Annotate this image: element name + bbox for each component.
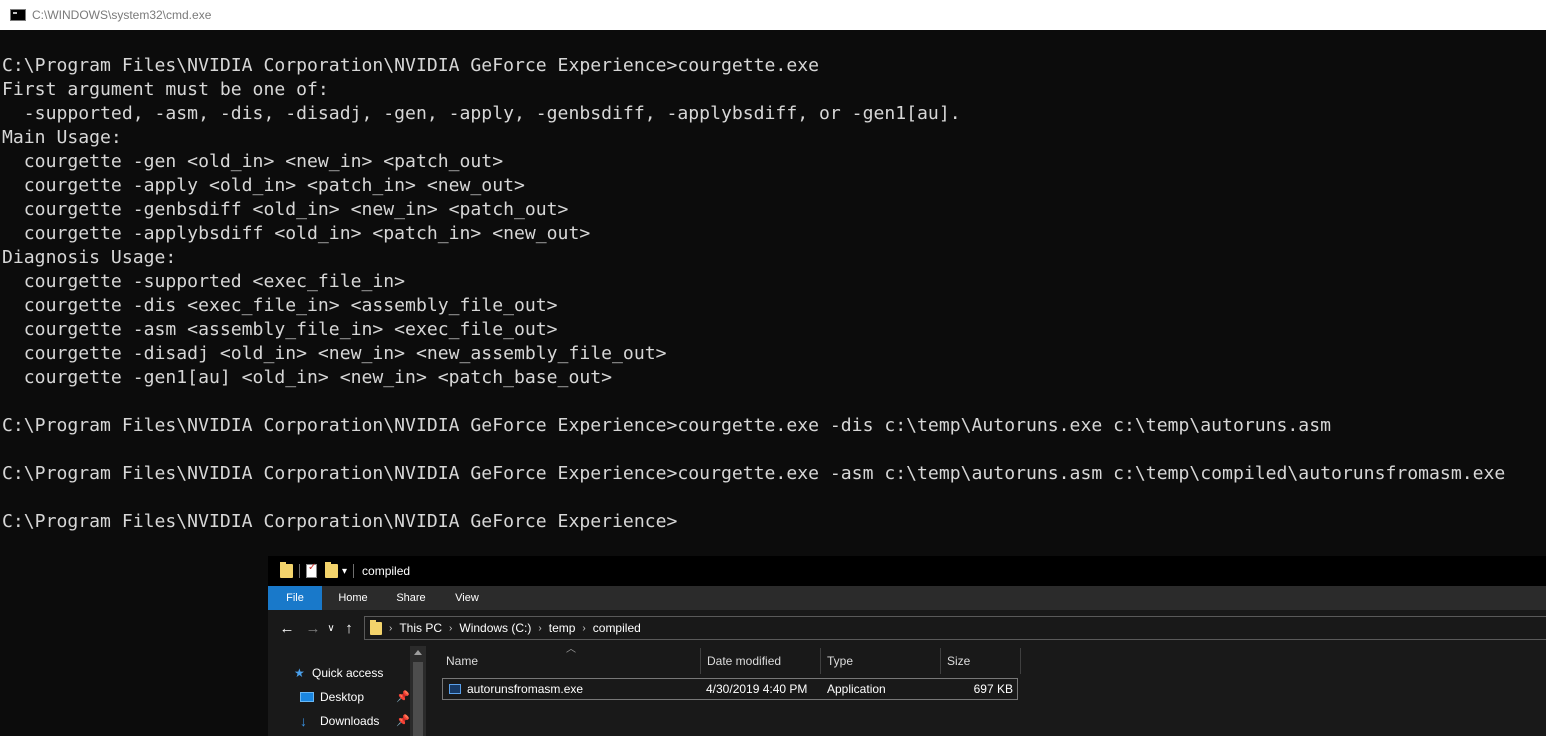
- application-icon: [449, 684, 461, 694]
- console-line: courgette -gen1[au] <old_in> <new_in> <p…: [2, 367, 613, 388]
- recent-locations-chevron-down-icon[interactable]: ∨: [324, 623, 338, 634]
- nav-item-label: Downloads: [320, 714, 380, 728]
- tab-view[interactable]: View: [438, 586, 496, 610]
- console-line: Main Usage:: [2, 127, 122, 148]
- file-type: Application: [827, 682, 886, 696]
- console-line: courgette -disadj <old_in> <new_in> <new…: [2, 343, 667, 364]
- pin-icon: 📌: [396, 715, 410, 727]
- console-line: courgette -supported <exec_file_in>: [2, 271, 406, 292]
- nav-pane-scrollbar[interactable]: [410, 646, 426, 736]
- customize-toolbar-dropdown-icon[interactable]: ▾: [342, 566, 347, 577]
- console-line: courgette -genbsdiff <old_in> <new_in> <…: [2, 199, 569, 220]
- ribbon-tabs: File Home Share View: [268, 586, 1546, 610]
- console-line: First argument must be one of:: [2, 79, 329, 100]
- console-line: Diagnosis Usage:: [2, 247, 177, 268]
- column-divider[interactable]: [940, 648, 941, 674]
- column-header-size[interactable]: Size: [947, 648, 970, 674]
- breadcrumb-compiled[interactable]: compiled: [593, 621, 641, 635]
- console-line: courgette -asm <assembly_file_in> <exec_…: [2, 319, 558, 340]
- console-line: C:\Program Files\NVIDIA Corporation\NVID…: [2, 415, 1331, 436]
- star-icon: ★: [294, 666, 305, 680]
- folder-icon: [280, 562, 293, 578]
- column-header-date-modified[interactable]: Date modified: [707, 648, 781, 674]
- file-list: ︿ Name Date modified Type Size autorunsf…: [426, 644, 1546, 736]
- console-line: courgette -dis <exec_file_in> <assembly_…: [2, 295, 558, 316]
- column-divider[interactable]: [820, 648, 821, 674]
- breadcrumb-temp[interactable]: temp: [549, 621, 576, 635]
- explorer-title-bar[interactable]: ▾ compiled: [268, 556, 1546, 586]
- console-lines: C:\Program Files\NVIDIA Corporation\NVID…: [2, 54, 1505, 534]
- file-date-modified: 4/30/2019 4:40 PM: [706, 682, 808, 696]
- column-header-type[interactable]: Type: [827, 648, 853, 674]
- properties-icon[interactable]: [306, 562, 317, 578]
- console-line: courgette -applybsdiff <old_in> <patch_i…: [2, 223, 591, 244]
- chevron-right-icon[interactable]: ›: [538, 623, 541, 634]
- navigation-pane: ★ Quick access Desktop 📌 ↓ Downloads 📌: [268, 646, 426, 736]
- up-arrow-icon[interactable]: ↑: [338, 620, 360, 637]
- console-line: C:\Program Files\NVIDIA Corporation\NVID…: [2, 463, 1506, 484]
- column-divider[interactable]: [700, 648, 701, 674]
- breadcrumb-this-pc[interactable]: This PC: [399, 621, 442, 635]
- column-header-name[interactable]: Name: [446, 648, 478, 674]
- file-name: autorunsfromasm.exe: [467, 682, 584, 696]
- nav-item-label: Desktop: [320, 690, 365, 704]
- file-explorer-window: ▾ compiled File Home Share View ← → ∨ ↑ …: [268, 556, 1546, 736]
- console-line: C:\Program Files\NVIDIA Corporation\NVID…: [2, 55, 820, 76]
- tab-file[interactable]: File: [268, 586, 322, 610]
- folder-icon: [370, 619, 382, 635]
- nav-item-desktop[interactable]: Desktop: [300, 687, 364, 707]
- address-field[interactable]: › This PC › Windows (C:) › temp › compil…: [364, 616, 1546, 640]
- nav-item-label: Quick access: [312, 666, 384, 680]
- cmd-window-title: C:\WINDOWS\system32\cmd.exe: [32, 8, 212, 22]
- console-line: C:\Program Files\NVIDIA Corporation\NVID…: [2, 511, 678, 532]
- nav-item-quick-access[interactable]: ★ Quick access: [294, 663, 383, 683]
- download-arrow-icon: ↓: [300, 713, 307, 729]
- breadcrumb-windows-c[interactable]: Windows (C:): [459, 621, 531, 635]
- chevron-right-icon[interactable]: ›: [449, 623, 452, 634]
- column-divider[interactable]: [1020, 648, 1021, 674]
- address-bar: ← → ∨ ↑ › This PC › Windows (C:) › temp …: [268, 610, 1546, 646]
- file-row[interactable]: autorunsfromasm.exe 4/30/2019 4:40 PM Ap…: [442, 678, 1018, 700]
- toolbar-divider: [299, 564, 300, 578]
- console-line: -supported, -asm, -dis, -disadj, -gen, -…: [2, 103, 961, 124]
- scroll-up-arrow-icon[interactable]: [414, 650, 422, 655]
- console-line: courgette -gen <old_in> <new_in> <patch_…: [2, 151, 504, 172]
- file-size: 697 KB: [973, 682, 1013, 696]
- chevron-right-icon[interactable]: ›: [389, 623, 392, 634]
- chevron-right-icon[interactable]: ›: [582, 623, 585, 634]
- tab-share[interactable]: Share: [384, 586, 438, 610]
- pin-icon: 📌: [396, 691, 410, 703]
- toolbar-divider: [353, 564, 355, 578]
- sort-ascending-caret-icon: ︿: [566, 644, 576, 655]
- scrollbar-thumb[interactable]: [413, 662, 423, 736]
- back-arrow-icon[interactable]: ←: [276, 620, 298, 637]
- tab-home[interactable]: Home: [322, 586, 384, 610]
- explorer-window-title: compiled: [362, 564, 411, 578]
- new-folder-icon[interactable]: [325, 562, 338, 578]
- cmd-window-icon: [10, 9, 26, 21]
- forward-arrow-icon[interactable]: →: [302, 620, 324, 637]
- desktop-icon: [300, 692, 314, 702]
- console-line: courgette -apply <old_in> <patch_in> <ne…: [2, 175, 525, 196]
- nav-item-downloads[interactable]: ↓ Downloads: [300, 711, 379, 731]
- cmd-title-bar[interactable]: C:\WINDOWS\system32\cmd.exe: [0, 0, 1546, 30]
